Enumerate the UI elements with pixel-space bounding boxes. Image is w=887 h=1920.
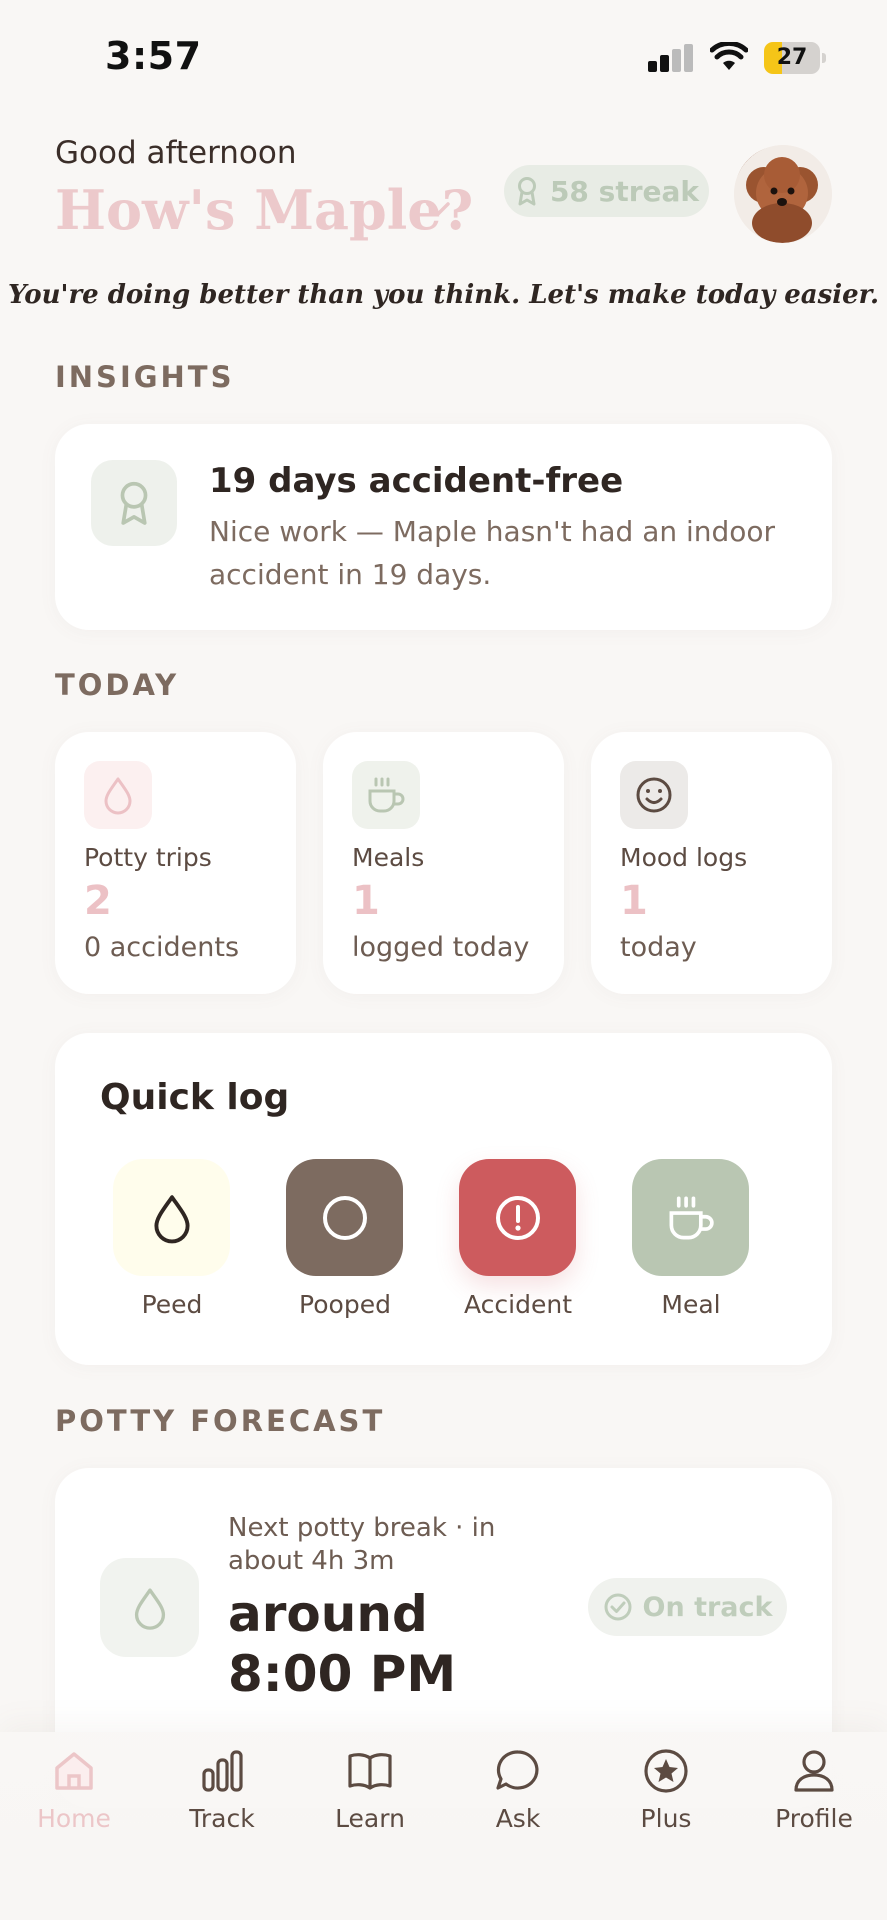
cup-icon [669, 1196, 714, 1239]
alert-icon [495, 1195, 540, 1240]
tab-profile[interactable]: Profile [740, 1746, 887, 1833]
stat-sub: today [620, 932, 697, 963]
award-icon [91, 460, 177, 546]
stat-label: Mood logs [620, 843, 748, 872]
circle-icon [322, 1195, 367, 1240]
drop-icon [84, 761, 152, 829]
today-heading: TODAY [55, 668, 180, 702]
star-icon [644, 1749, 688, 1793]
tab-label: Plus [640, 1804, 692, 1833]
greeting: Good afternoon [55, 135, 297, 171]
bar-chart-icon [202, 1750, 243, 1792]
insights-heading: INSIGHTS [55, 360, 235, 394]
log-accident-button[interactable] [459, 1159, 576, 1276]
tab-label: Profile [775, 1804, 853, 1833]
tab-ask[interactable]: Ask [444, 1746, 592, 1833]
log-peed-label: Peed [141, 1290, 203, 1319]
tab-label: Home [37, 1804, 111, 1833]
cup-icon [352, 761, 420, 829]
tab-label: Track [189, 1804, 255, 1833]
forecast-subtitle: Next potty break · in about 4h 3m [228, 1513, 496, 1576]
on-track-label: On track [642, 1591, 773, 1623]
battery-percent: 27 [776, 45, 808, 70]
tab-label: Learn [335, 1804, 405, 1833]
streak-badge[interactable]: 58 streak [504, 165, 709, 217]
forecast-time: around 8:00 PM [228, 1585, 457, 1703]
stat-sub: 0 accidents [84, 932, 240, 963]
on-track-badge: On track [588, 1578, 787, 1636]
quick-log-title: Quick log [100, 1077, 290, 1118]
log-pooped-button[interactable] [286, 1159, 403, 1276]
user-icon [794, 1750, 834, 1792]
stat-value: 2 [84, 878, 112, 924]
tab-learn[interactable]: Learn [296, 1746, 444, 1833]
chat-icon [496, 1750, 539, 1790]
signal-icon [648, 44, 694, 72]
tab-track[interactable]: Track [148, 1746, 296, 1833]
tab-home[interactable]: Home [0, 1746, 148, 1833]
stat-label: Potty trips [84, 843, 212, 872]
avatar[interactable] [734, 145, 832, 243]
drop-icon [153, 1194, 190, 1243]
log-meal-label: Meal [661, 1290, 721, 1319]
battery-indicator: 27 [764, 42, 826, 74]
log-pooped-label: Pooped [299, 1290, 391, 1319]
log-meal-button[interactable] [632, 1159, 749, 1276]
forecast-heading: POTTY FORECAST [55, 1404, 386, 1438]
home-icon [55, 1752, 93, 1790]
insight-title: 19 days accident-free [209, 461, 624, 501]
drop-icon [100, 1558, 199, 1657]
tab-label: Ask [495, 1804, 541, 1833]
wifi-icon [710, 42, 748, 70]
insight-body: Nice work — Maple hasn't had an indoor a… [209, 515, 776, 591]
streak-label: 58 streak [549, 174, 700, 208]
book-icon [348, 1753, 392, 1790]
award-icon [517, 177, 536, 206]
encouragement-tagline: You're doing better than you think. Let'… [7, 280, 880, 310]
check-circle-icon [604, 1593, 631, 1621]
chevron-down-icon[interactable] [424, 198, 452, 220]
stat-label: Meals [352, 843, 425, 872]
stat-value: 1 [620, 878, 648, 924]
status-time: 3:57 [105, 34, 202, 78]
pet-switcher-title[interactable]: How's Maple? [55, 178, 473, 242]
log-peed-button[interactable] [113, 1159, 230, 1276]
stat-sub: logged today [352, 932, 530, 963]
tab-plus[interactable]: Plus [592, 1746, 740, 1833]
log-accident-label: Accident [464, 1290, 572, 1319]
smile-icon [620, 761, 688, 829]
stat-value: 1 [352, 878, 380, 924]
